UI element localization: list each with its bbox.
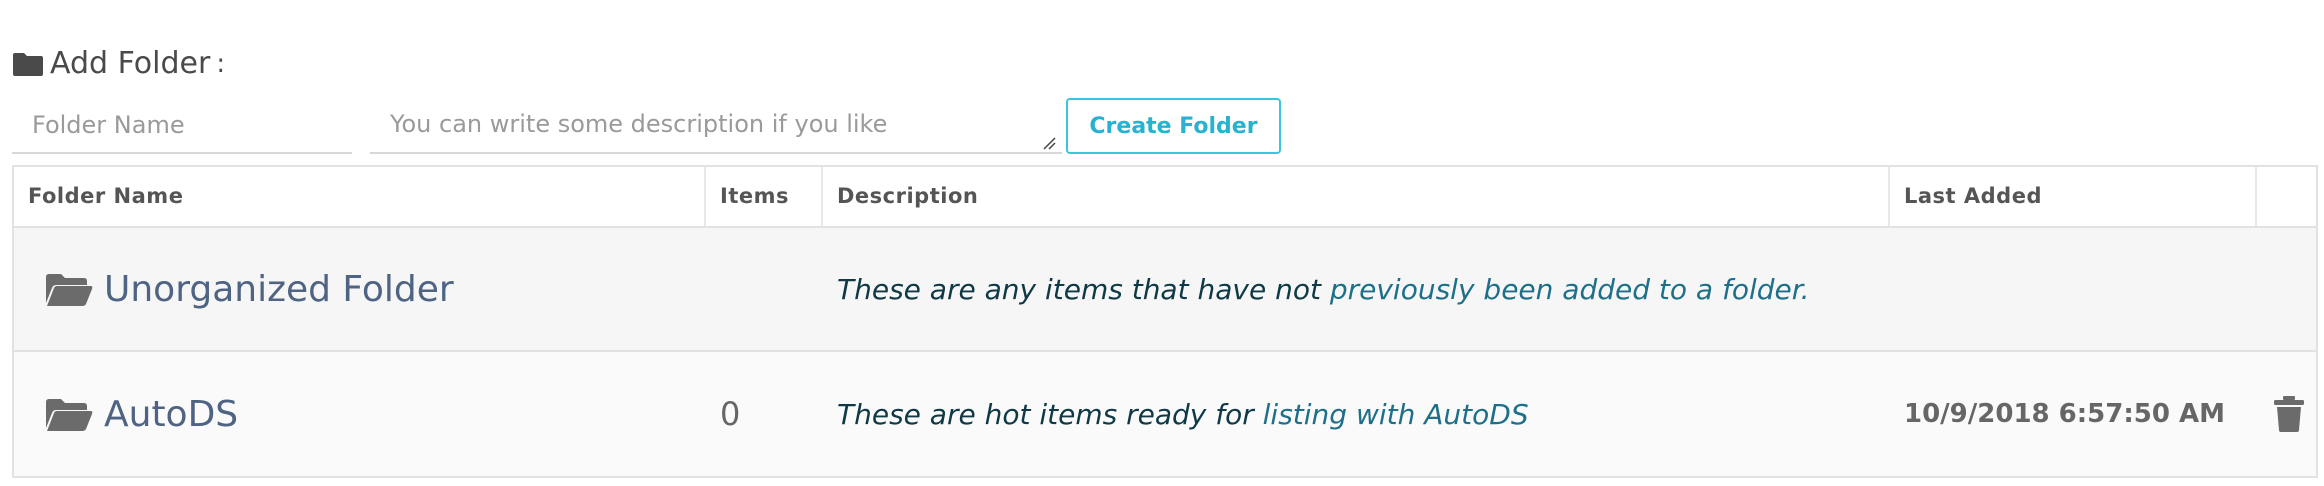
description-text: These are any items that have not xyxy=(837,272,1321,306)
folder-open-icon xyxy=(46,274,93,306)
folders-table: Folder Name Items Description Last Added… xyxy=(12,165,2318,478)
header-items[interactable]: Items xyxy=(706,167,823,226)
delete-folder-button[interactable] xyxy=(2272,352,2306,476)
folder-open-icon xyxy=(46,399,93,431)
header-last-added[interactable]: Last Added xyxy=(1890,167,2257,226)
description-text-tail: listing with AutoDS xyxy=(1253,397,1529,431)
table-header: Folder Name Items Description Last Added xyxy=(14,167,2316,228)
table-row[interactable]: AutoDS 0 These are hot items ready for l… xyxy=(14,352,2316,476)
folder-description-input[interactable] xyxy=(370,98,1062,154)
folder-name-cell[interactable]: AutoDS xyxy=(44,352,238,476)
description-text-tail: previously been added to a folder. xyxy=(1320,272,1810,306)
add-folder-heading: Add Folder : xyxy=(12,46,225,81)
description-text: These are hot items ready for xyxy=(837,397,1254,431)
folder-description: These are any items that have not previo… xyxy=(837,228,1810,350)
folder-name[interactable]: Unorganized Folder xyxy=(104,269,454,310)
folder-icon xyxy=(13,52,43,76)
header-actions xyxy=(2257,167,2316,226)
resize-grip-icon[interactable] xyxy=(1042,136,1056,150)
header-description[interactable]: Description xyxy=(823,167,1890,226)
header-folder-name[interactable]: Folder Name xyxy=(14,167,706,226)
folder-description: These are hot items ready for listing wi… xyxy=(837,352,1529,476)
table-row[interactable]: Unorganized Folder These are any items t… xyxy=(14,228,2316,352)
folder-name[interactable]: AutoDS xyxy=(104,394,238,435)
create-folder-button[interactable]: Create Folder xyxy=(1066,98,1281,154)
add-folder-title: Add Folder xyxy=(50,46,211,81)
add-folder-colon: : xyxy=(216,48,226,79)
last-added: 10/9/2018 6:57:50 AM xyxy=(1904,399,2225,429)
folder-name-cell[interactable]: Unorganized Folder xyxy=(44,228,454,350)
items-count: 0 xyxy=(720,395,741,433)
folder-name-input[interactable] xyxy=(12,98,352,154)
trash-icon[interactable] xyxy=(2272,395,2306,433)
